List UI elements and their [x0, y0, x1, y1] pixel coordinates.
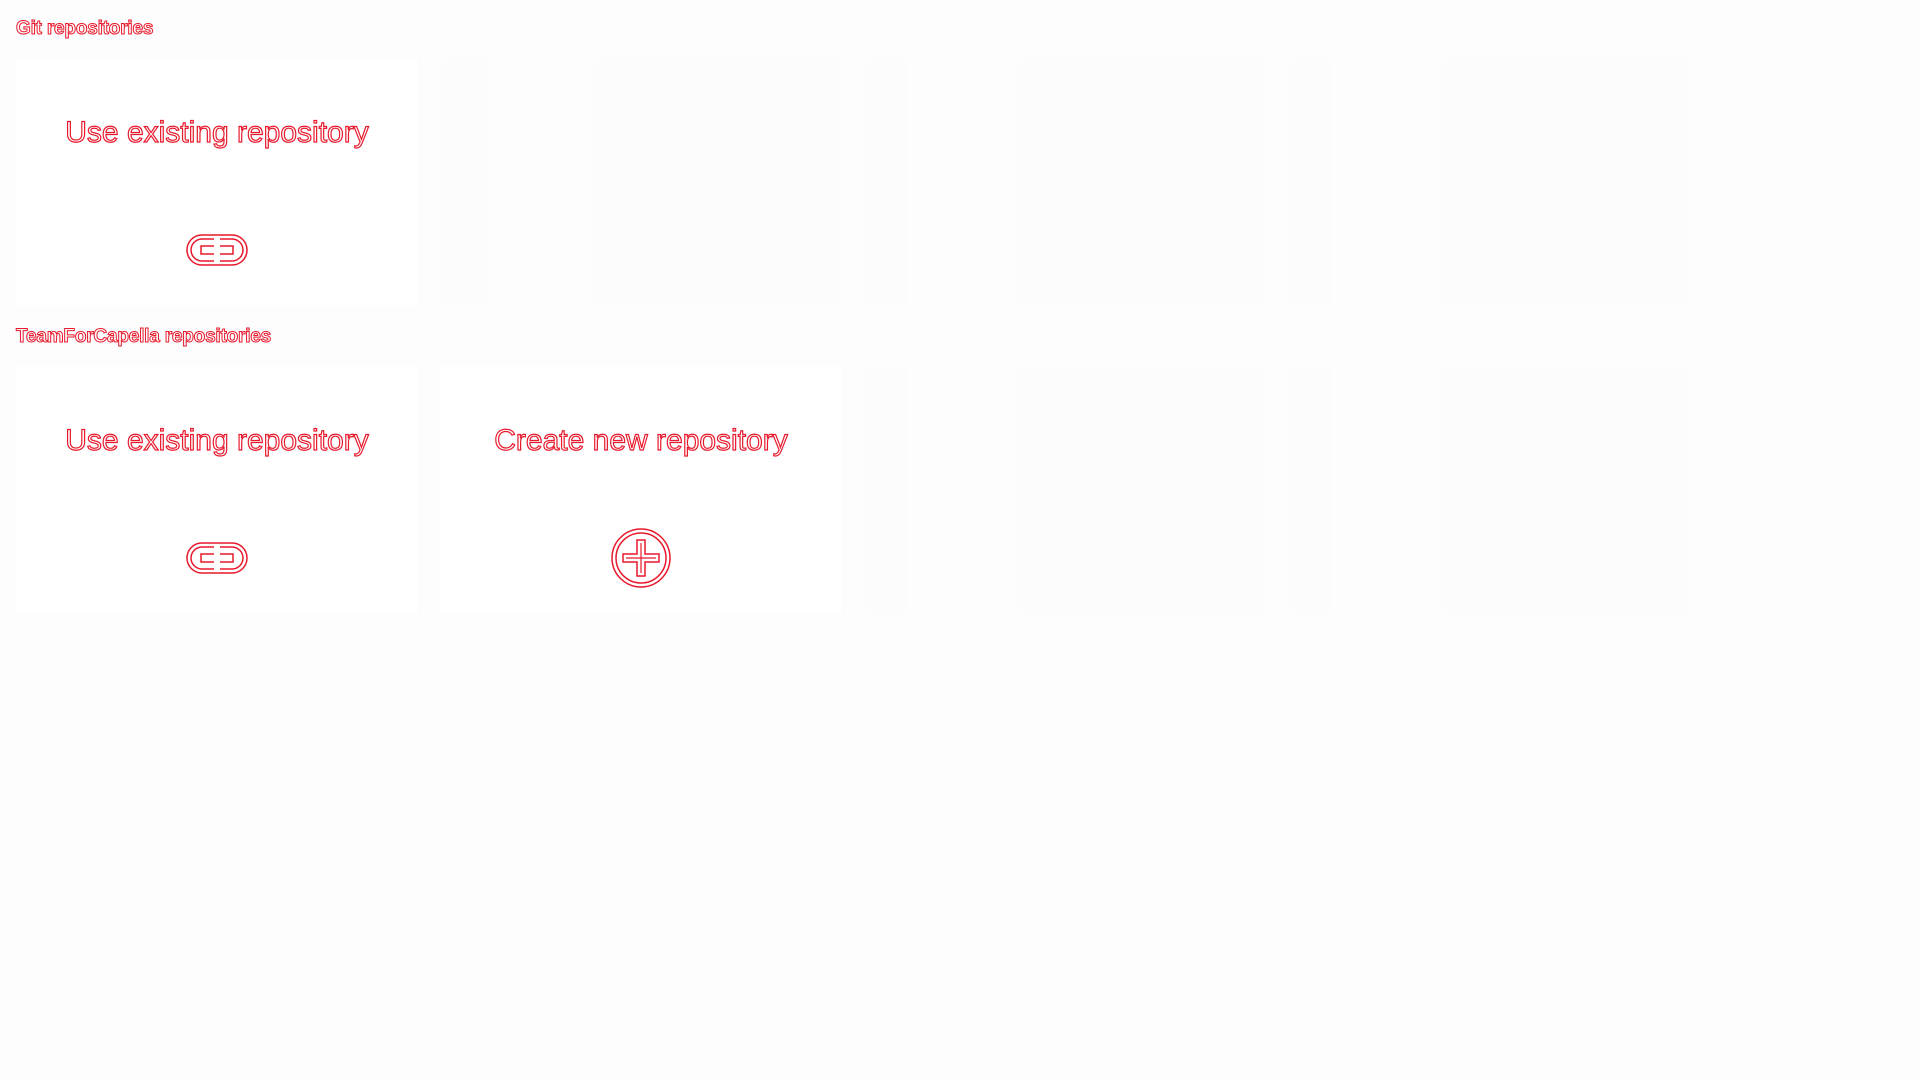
card-label: Use existing repository [65, 423, 370, 457]
empty-slot [594, 58, 840, 306]
empty-slot [866, 58, 908, 306]
empty-slot [1442, 58, 1688, 306]
t4c-use-existing-repository-card[interactable]: Use existing repository [16, 366, 418, 614]
link-icon [186, 542, 248, 574]
git-repositories-row: Use existing repository [0, 58, 1920, 308]
t4c-create-new-repository-card[interactable]: Create new repository [440, 366, 842, 614]
section-title-git-repositories: Git repositories [15, 18, 154, 40]
repository-selection-page: Git repositories Use existing repository… [0, 0, 1920, 1080]
empty-slot [1018, 58, 1264, 306]
teamforcapella-repositories-row: Use existing repository Create new repos… [0, 366, 1920, 616]
empty-slot [866, 366, 908, 614]
section-title-teamforcapella-repositories: TeamForCapella repositories [15, 326, 272, 348]
empty-slot [1290, 58, 1332, 306]
empty-slot [1290, 366, 1332, 614]
card-label: Create new repository [494, 423, 789, 457]
plus-circle-icon [611, 528, 671, 588]
empty-slot [1442, 366, 1688, 614]
empty-slot [442, 58, 490, 306]
git-use-existing-repository-card[interactable]: Use existing repository [16, 58, 418, 306]
link-icon [186, 234, 248, 266]
empty-slot [1018, 366, 1264, 614]
card-label: Use existing repository [65, 115, 370, 149]
